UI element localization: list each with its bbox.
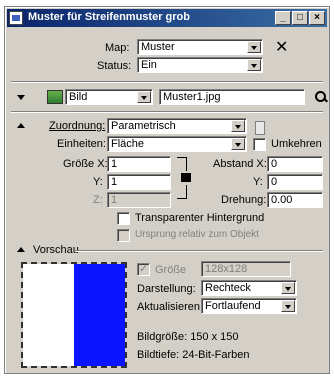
- swap-checkbox[interactable]: [253, 138, 266, 151]
- offset-y-field[interactable]: 0: [267, 174, 323, 190]
- preview-section-label: Vorschau: [33, 244, 79, 256]
- display-select[interactable]: Rechteck: [201, 280, 297, 296]
- collapse-mapping-icon[interactable]: [17, 123, 25, 128]
- refresh-label: Aktualisieren:: [137, 301, 204, 313]
- preview-image: [21, 262, 127, 368]
- display-value: Rechteck: [205, 282, 251, 294]
- app-icon: [9, 11, 23, 25]
- transparent-bg-checkbox[interactable]: [117, 212, 130, 225]
- rotation-label: Drehung:: [221, 194, 267, 206]
- close-button[interactable]: ×: [309, 11, 325, 25]
- chevron-down-icon[interactable]: [231, 120, 245, 132]
- offset-y-value: 0: [271, 176, 278, 188]
- offset-x-field[interactable]: 0: [267, 156, 323, 172]
- size-x-field[interactable]: 1: [107, 156, 171, 172]
- offset-x-value: 0: [271, 158, 278, 170]
- image-size-info: Bildgröße: 150 x 150: [137, 331, 239, 343]
- chevron-down-icon[interactable]: [247, 59, 261, 71]
- window-title: Muster für Streifenmuster grob: [28, 11, 190, 23]
- collapse-source-icon[interactable]: [17, 95, 25, 100]
- image-source-icon: [47, 90, 63, 104]
- display-label: Darstellung:: [137, 283, 196, 295]
- rotation-value: 0.00: [271, 194, 293, 206]
- preview-white-region: [23, 264, 74, 366]
- size-z-value: 1: [111, 194, 118, 206]
- origin-relative-label: Ursprung relativ zum Objekt: [135, 229, 259, 240]
- link-bracket-top: [177, 157, 187, 171]
- size-z-field: 1: [107, 192, 171, 208]
- status-select[interactable]: Ein: [137, 57, 263, 73]
- map-value: Muster: [141, 41, 175, 53]
- link-bracket-bottom: [177, 185, 187, 199]
- source-type-select[interactable]: Bild: [65, 89, 153, 105]
- preview-blue-region: [74, 264, 125, 366]
- chevron-down-icon[interactable]: [231, 138, 245, 150]
- dialog-window: Muster für Streifenmuster grob _ □ × Map…: [4, 6, 330, 374]
- assignment-select[interactable]: Parametrisch: [107, 118, 247, 134]
- title-bar[interactable]: Muster für Streifenmuster grob _ □ ×: [7, 9, 327, 27]
- status-value: Ein: [141, 59, 157, 71]
- preview-size-field: 128x128: [201, 261, 291, 277]
- link-size-toggle[interactable]: [177, 157, 191, 199]
- maximize-button[interactable]: □: [292, 11, 308, 25]
- page-icon[interactable]: [255, 121, 265, 135]
- offset-x-label: Abstand X:: [213, 158, 267, 170]
- preview-size-label: Größe: [155, 264, 187, 276]
- units-select[interactable]: Fläche: [107, 136, 247, 152]
- size-y-value: 1: [111, 176, 118, 188]
- chevron-down-icon[interactable]: [281, 282, 295, 294]
- map-select[interactable]: Muster: [137, 39, 263, 55]
- refresh-select[interactable]: Fortlaufend: [201, 298, 297, 314]
- units-label: Einheiten:: [57, 138, 106, 150]
- status-label: Status:: [97, 60, 132, 72]
- units-value: Fläche: [111, 138, 145, 150]
- remove-map-icon[interactable]: ✕: [275, 37, 288, 57]
- refresh-value: Fortlaufend: [205, 300, 261, 312]
- assignment-value: Parametrisch: [111, 120, 176, 132]
- image-depth-info: Bildtiefe: 24-Bit-Farben: [137, 349, 250, 361]
- chevron-down-icon[interactable]: [247, 41, 261, 53]
- file-path-value: Muster1.jpg: [163, 91, 221, 103]
- size-y-field[interactable]: 1: [107, 174, 171, 190]
- divider: [11, 111, 323, 113]
- search-icon[interactable]: [315, 91, 327, 103]
- check-icon: ✓: [139, 263, 149, 275]
- file-path-field[interactable]: Muster1.jpg: [159, 89, 305, 105]
- preview-size-value: 128x128: [205, 263, 248, 275]
- size-x-value: 1: [111, 158, 118, 170]
- collapse-preview-icon[interactable]: [17, 247, 25, 252]
- assignment-label: Zuordnung:: [49, 120, 106, 132]
- chevron-down-icon[interactable]: [281, 300, 295, 312]
- size-y-label: Y:: [93, 176, 103, 188]
- source-type-value: Bild: [69, 91, 88, 103]
- minimize-button[interactable]: _: [275, 11, 291, 25]
- transparent-bg-label: Transparenter Hintergrund: [135, 212, 265, 224]
- offset-y-label: Y:: [253, 176, 263, 188]
- origin-relative-checkbox: [117, 229, 130, 242]
- rotation-field[interactable]: 0.00: [267, 192, 323, 208]
- size-z-label: Z:: [93, 194, 103, 206]
- lock-icon: [181, 173, 191, 182]
- preview-size-checkbox: ✓: [137, 263, 150, 276]
- size-x-label: Größe X:: [63, 158, 108, 170]
- swap-label: Umkehren: [271, 138, 322, 150]
- divider: [11, 81, 323, 83]
- map-label: Map:: [105, 42, 130, 54]
- divider: [75, 250, 323, 252]
- chevron-down-icon[interactable]: [137, 91, 151, 103]
